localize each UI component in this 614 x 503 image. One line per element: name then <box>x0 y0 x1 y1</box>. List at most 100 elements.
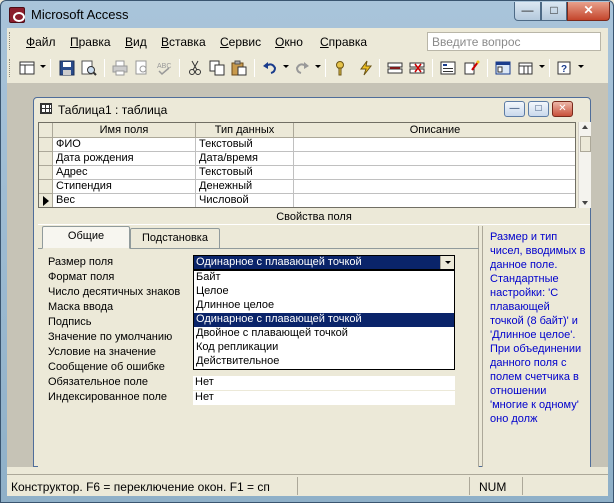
print-icon[interactable] <box>110 58 130 78</box>
column-header-data-type[interactable]: Тип данных <box>196 123 294 138</box>
row-selector[interactable] <box>39 152 53 166</box>
grid-vertical-scrollbar[interactable] <box>578 122 591 208</box>
tab-general[interactable]: Общие <box>42 226 130 249</box>
toolbar-separator <box>549 59 550 77</box>
save-icon[interactable] <box>57 58 77 78</box>
data-type-cell[interactable]: Текстовый <box>196 166 294 180</box>
menu-edit[interactable]: Правка <box>70 35 111 49</box>
scroll-down-arrow-icon[interactable] <box>582 201 588 205</box>
data-type-cell[interactable]: Числовой <box>196 194 294 207</box>
required-value-field[interactable]: Нет <box>193 376 455 390</box>
close-button[interactable]: ✕ <box>567 2 610 21</box>
prop-label-decimal-places: Число десятичных знаков <box>48 286 181 298</box>
dropdown-option-selected[interactable]: Одинарное с плавающей точкой <box>194 313 454 327</box>
description-cell[interactable] <box>294 194 575 207</box>
row-selector[interactable] <box>39 180 53 194</box>
toolbar-grip[interactable] <box>9 59 12 77</box>
field-size-value[interactable]: Одинарное с плавающей точкой <box>194 256 441 269</box>
redo-dropdown-arrow[interactable] <box>315 65 321 68</box>
maximize-button[interactable]: □ <box>541 2 567 21</box>
description-cell[interactable] <box>294 152 575 166</box>
field-name-cell[interactable]: Дата рождения <box>53 152 196 166</box>
menu-insert[interactable]: Вставка <box>161 35 206 49</box>
description-cell[interactable] <box>294 138 575 152</box>
primary-key-icon[interactable] <box>332 58 352 78</box>
redo-icon[interactable] <box>292 58 312 78</box>
field-size-combo[interactable]: Одинарное с плавающей точкой <box>193 255 455 270</box>
dropdown-option[interactable]: Длинное целое <box>194 299 454 313</box>
field-properties-label: Свойства поля <box>38 210 590 225</box>
data-type-cell[interactable]: Денежный <box>196 180 294 194</box>
build-icon[interactable] <box>462 58 482 78</box>
menu-window[interactable]: Окно <box>275 35 303 49</box>
new-object-icon[interactable] <box>516 58 536 78</box>
indexed-value-field[interactable]: Нет <box>193 391 455 405</box>
insert-rows-icon[interactable] <box>385 58 405 78</box>
field-name-cell[interactable]: Вес <box>53 194 196 207</box>
view-icon[interactable] <box>17 58 37 78</box>
undo-icon[interactable] <box>260 58 280 78</box>
property-help-text: Размер и тип чисел, вводимых в данное по… <box>482 226 590 467</box>
toolbar: ABC ? <box>7 55 608 81</box>
child-minimize-button[interactable]: — <box>504 101 525 117</box>
spelling-icon[interactable]: ABC <box>154 58 174 78</box>
child-close-button[interactable]: ✕ <box>552 101 573 117</box>
row-selector[interactable] <box>39 166 53 180</box>
data-type-cell[interactable]: Текстовый <box>196 138 294 152</box>
status-divider <box>297 477 298 495</box>
data-type-cell[interactable]: Дата/время <box>196 152 294 166</box>
menu-help[interactable]: Справка <box>320 35 367 49</box>
child-maximize-button[interactable]: □ <box>528 101 549 117</box>
toolbar-separator <box>50 59 51 77</box>
dropdown-option[interactable]: Целое <box>194 285 454 299</box>
ask-question-input[interactable]: Введите вопрос <box>427 32 601 51</box>
properties-icon[interactable] <box>438 58 458 78</box>
indexes-icon[interactable] <box>356 58 376 78</box>
dropdown-option[interactable]: Действительное <box>194 355 454 369</box>
delete-rows-icon[interactable] <box>407 58 427 78</box>
help-dropdown-arrow[interactable] <box>578 65 584 68</box>
field-size-dropdown-list: Байт Целое Длинное целое Одинарное с пла… <box>193 270 455 370</box>
dropdown-option[interactable]: Код репликации <box>194 341 454 355</box>
general-tab-body: Размер поля Формат поля Число десятичных… <box>38 248 479 467</box>
cut-icon[interactable] <box>185 58 205 78</box>
column-header-field-name[interactable]: Имя поля <box>53 123 196 138</box>
help-icon[interactable]: ? <box>555 58 575 78</box>
field-name-cell[interactable]: Адрес <box>53 166 196 180</box>
grid-corner[interactable] <box>39 123 53 138</box>
dropdown-option[interactable]: Двойное с плавающей точкой <box>194 327 454 341</box>
field-name-cell[interactable]: ФИО <box>53 138 196 152</box>
current-row-selector[interactable] <box>39 194 53 207</box>
tab-lookup[interactable]: Подстановка <box>130 228 220 248</box>
scroll-thumb[interactable] <box>580 136 591 152</box>
scroll-up-arrow-icon[interactable] <box>582 125 588 129</box>
access-app-icon[interactable] <box>9 7 25 23</box>
toolbar-separator <box>487 59 488 77</box>
menu-view[interactable]: Вид <box>125 35 147 49</box>
prop-label-caption: Подпись <box>48 316 92 328</box>
description-cell[interactable] <box>294 180 575 194</box>
database-window-icon[interactable] <box>493 58 513 78</box>
app-title: Microsoft Access <box>31 7 129 22</box>
menu-file[interactable]: Файл <box>26 35 56 49</box>
view-dropdown-arrow[interactable] <box>40 65 46 68</box>
dropdown-option[interactable]: Байт <box>194 271 454 285</box>
prop-label-validation-text: Сообщение об ошибке <box>48 361 165 373</box>
title-bar[interactable]: Microsoft Access — □ ✕ <box>1 1 613 28</box>
menu-grip[interactable] <box>9 32 12 50</box>
menu-tools[interactable]: Сервис <box>220 35 261 49</box>
minimize-button[interactable]: — <box>514 2 541 21</box>
new-object-dropdown-arrow[interactable] <box>539 65 545 68</box>
description-cell[interactable] <box>294 166 575 180</box>
copy-icon[interactable] <box>207 58 227 78</box>
child-title-bar[interactable]: Таблица1 : таблица — □ ✕ <box>34 98 590 120</box>
paste-icon[interactable] <box>229 58 249 78</box>
column-header-description[interactable]: Описание <box>294 123 575 138</box>
print-preview-icon[interactable] <box>132 58 152 78</box>
row-selector[interactable] <box>39 138 53 152</box>
field-name-cell[interactable]: Стипендия <box>53 180 196 194</box>
undo-dropdown-arrow[interactable] <box>283 65 289 68</box>
chevron-down-icon[interactable] <box>440 256 454 269</box>
search-file-icon[interactable] <box>79 58 99 78</box>
prop-label-indexed: Индексированное поле <box>48 391 167 403</box>
